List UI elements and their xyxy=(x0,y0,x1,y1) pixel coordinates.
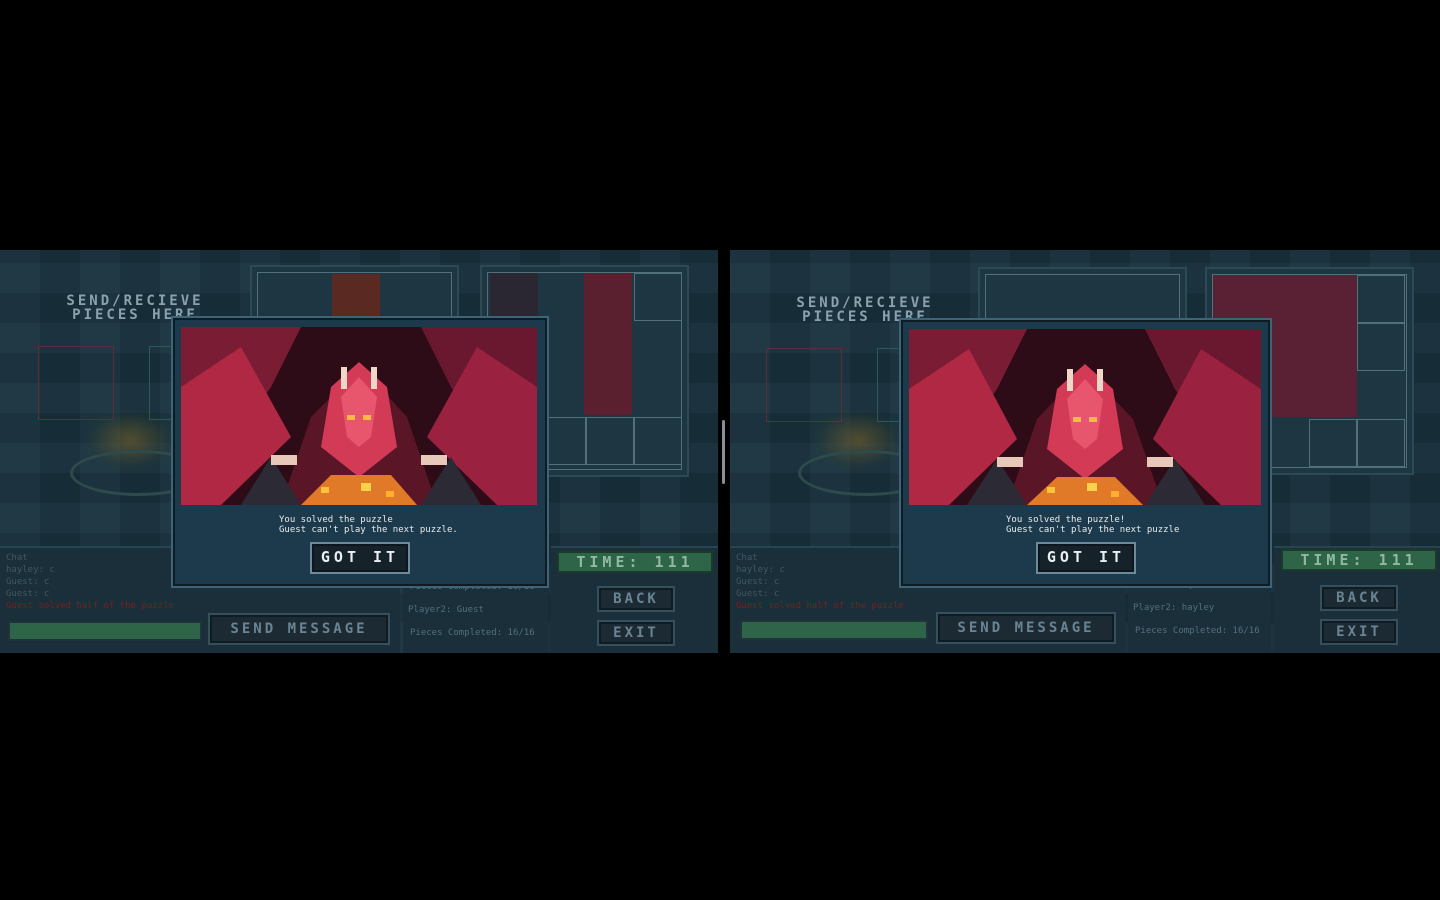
split-divider[interactable] xyxy=(719,250,730,653)
game-screen-right: SEND/RECIEVE PIECES HERE Chat hayley: c … xyxy=(730,250,1440,653)
chat-log: Chat hayley: c Guest: c Guest: c Guest s… xyxy=(736,552,904,612)
next-puzzle-message: Guest can't play the next puzzle xyxy=(1006,525,1180,535)
grid-cell[interactable] xyxy=(634,273,682,321)
exit-button[interactable]: EXIT xyxy=(597,620,675,646)
grid-cell[interactable] xyxy=(1357,323,1405,371)
puzzle-solved-dialog: You solved the puzzle Guest can't play t… xyxy=(173,318,547,586)
grid-cell[interactable] xyxy=(1357,419,1405,467)
exit-button[interactable]: EXIT xyxy=(1320,619,1398,645)
chat-line: Guest: c xyxy=(6,589,50,599)
chat-line: Guest: c xyxy=(6,577,50,587)
chat-log: Chat hayley: c Guest: c Guest: c Guest s… xyxy=(6,552,174,612)
chat-input[interactable] xyxy=(8,621,202,641)
solved-message: You solved the puzzle! xyxy=(1006,515,1126,525)
next-puzzle-message: Guest can't play the next puzzle. xyxy=(279,525,458,535)
back-button[interactable]: BACK xyxy=(1320,585,1398,611)
puzzle-piece[interactable] xyxy=(584,273,632,415)
timer-display: TIME: 111 xyxy=(1281,549,1437,571)
dragon-art-svg xyxy=(909,329,1261,505)
chat-line: Chat xyxy=(6,553,28,563)
chat-alert: Guest solved half of the puzzle xyxy=(736,601,904,611)
grid-cell[interactable] xyxy=(1309,419,1357,467)
game-screen-left: SEND/RECIEVE PIECES HERE Chat hayley: c … xyxy=(0,250,718,653)
puzzle-piece[interactable] xyxy=(332,274,380,319)
player2-label: Player2: Guest xyxy=(408,605,484,615)
grid-cell[interactable] xyxy=(1357,275,1405,323)
grid-cell[interactable] xyxy=(586,417,634,465)
timer-display: TIME: 111 xyxy=(557,551,713,573)
puzzle-piece[interactable] xyxy=(490,273,538,321)
send-message-button[interactable]: SEND MESSAGE xyxy=(208,613,390,645)
pieces-completed-2: Pieces Completed: 16/16 xyxy=(1135,626,1260,636)
player2-label: Player2: hayley xyxy=(1133,603,1215,613)
got-it-button[interactable]: GOT IT xyxy=(1036,542,1136,574)
send-message-button[interactable]: SEND MESSAGE xyxy=(936,612,1116,644)
drop-zone-1[interactable] xyxy=(38,346,114,420)
divider-grip[interactable] xyxy=(722,420,725,484)
got-it-button[interactable]: GOT IT xyxy=(310,542,410,574)
pieces-completed-2: Pieces Completed: 16/16 xyxy=(410,628,535,638)
grid-cell[interactable] xyxy=(634,417,682,465)
chat-input[interactable] xyxy=(740,620,928,640)
back-button[interactable]: BACK xyxy=(597,586,675,612)
solved-message: You solved the puzzle xyxy=(279,515,393,525)
chat-line: hayley: c xyxy=(736,565,785,575)
chat-line: Guest: c xyxy=(736,577,780,587)
dragon-art-svg xyxy=(181,327,537,505)
dragon-artwork xyxy=(909,329,1261,505)
chat-line: Guest: c xyxy=(736,589,780,599)
puzzle-solved-dialog: You solved the puzzle! Guest can't play … xyxy=(901,320,1270,586)
chat-line: hayley: c xyxy=(6,565,55,575)
chat-line: Chat xyxy=(736,553,758,563)
dragon-artwork xyxy=(181,327,537,505)
chat-alert: Guest solved half of the puzzle xyxy=(6,601,174,611)
